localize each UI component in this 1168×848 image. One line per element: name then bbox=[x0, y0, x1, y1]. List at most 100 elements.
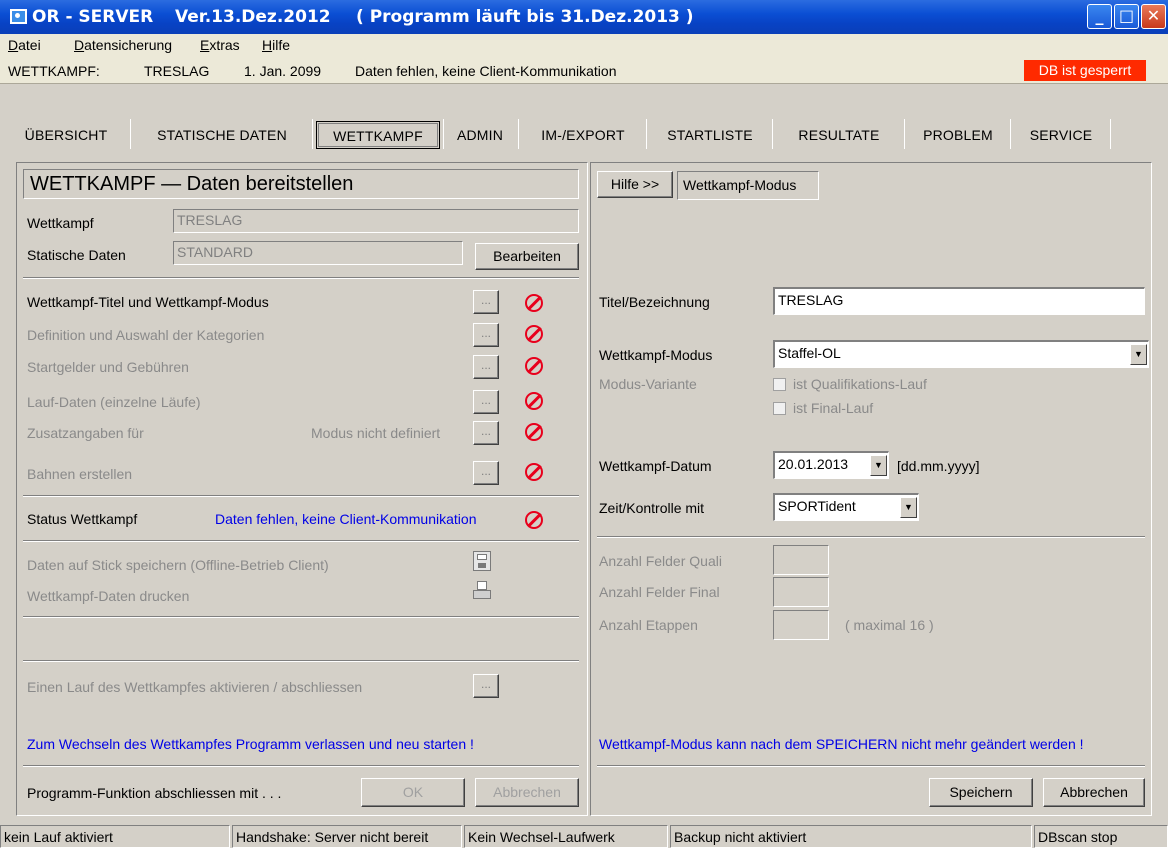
right-panel: Hilfe >> Wettkampf-Modus Titel/Bezeichnu… bbox=[590, 162, 1152, 816]
felder-final-label: Anzahl Felder Final bbox=[599, 584, 720, 600]
maximal-hint: ( maximal 16 ) bbox=[845, 617, 934, 633]
abschluss-label: Programm-Funktion abschliessen mit . . . bbox=[27, 785, 282, 801]
zeit-label: Zeit/Kontrolle mit bbox=[599, 500, 705, 516]
no-entry-icon bbox=[525, 325, 543, 343]
save-disk-icon[interactable] bbox=[473, 551, 491, 571]
abbrechen-button-left[interactable]: Abbrechen bbox=[475, 778, 579, 807]
app-icon bbox=[10, 9, 27, 24]
zusatzangaben-button[interactable]: ... bbox=[473, 421, 499, 445]
tab-bar: ÜBERSICHT STATISCHE DATEN WETTKAMPF ADMI… bbox=[0, 85, 1168, 161]
title-bar: OR - SERVER Ver.13.Dez.2012 ( Programm l… bbox=[0, 0, 1168, 34]
tab-admin[interactable]: ADMIN bbox=[446, 121, 514, 149]
modus-label: Wettkampf-Modus bbox=[599, 347, 713, 363]
item-zusatzangaben: Zusatzangaben für bbox=[27, 425, 144, 441]
bearbeiten-button[interactable]: Bearbeiten bbox=[475, 243, 579, 270]
daten-drucken-label: Wettkampf-Daten drucken bbox=[27, 588, 190, 604]
tab-service[interactable]: SERVICE bbox=[1014, 121, 1108, 149]
status-backup: Backup nicht aktiviert bbox=[670, 825, 1032, 848]
info-status: Daten fehlen, keine Client-Kommunikation bbox=[355, 63, 617, 79]
kategorien-button[interactable]: ... bbox=[473, 323, 499, 347]
menu-datei[interactable]: Datei bbox=[8, 37, 41, 53]
tab-im-export[interactable]: IM-/EXPORT bbox=[522, 121, 644, 149]
tab-statische-daten[interactable]: STATISCHE DATEN bbox=[134, 121, 310, 149]
datum-value: 20.01.2013 bbox=[778, 456, 849, 472]
item-lauf-daten: Lauf-Daten (einzelne Läufe) bbox=[27, 394, 201, 410]
felder-quali-input[interactable] bbox=[773, 545, 829, 575]
menu-hilfe[interactable]: Hilfe bbox=[262, 37, 290, 53]
modus-value: Staffel-OL bbox=[778, 345, 841, 361]
wechsel-hint: Zum Wechseln des Wettkampfes Programm ve… bbox=[27, 736, 474, 752]
datum-label: Wettkampf-Datum bbox=[599, 458, 712, 474]
final-checkbox[interactable] bbox=[773, 402, 786, 415]
left-heading: WETTKAMPF — Daten bereitstellen bbox=[30, 173, 354, 195]
statische-daten-field: STANDARD bbox=[173, 241, 463, 265]
quali-checkbox[interactable] bbox=[773, 378, 786, 391]
startgelder-button[interactable]: ... bbox=[473, 355, 499, 379]
item-startgelder: Startgelder und Gebühren bbox=[27, 359, 189, 375]
final-check-label: ist Final-Lauf bbox=[793, 400, 874, 416]
tab-problem[interactable]: PROBLEM bbox=[908, 121, 1008, 149]
status-wettkampf-label: Status Wettkampf bbox=[27, 511, 138, 527]
minimize-button[interactable]: _ bbox=[1087, 4, 1112, 29]
info-competition-name: TRESLAG bbox=[144, 63, 210, 79]
modus-select[interactable]: Staffel-OL ▼ bbox=[773, 340, 1149, 368]
titel-input[interactable]: TRESLAG bbox=[773, 287, 1145, 315]
menu-extras[interactable]: Extras bbox=[200, 37, 240, 53]
app-version: Ver.13.Dez.2012 bbox=[175, 7, 331, 27]
no-entry-icon bbox=[525, 423, 543, 441]
tab-uebersicht[interactable]: ÜBERSICHT bbox=[2, 121, 130, 149]
status-handshake: Handshake: Server nicht bereit bbox=[232, 825, 462, 848]
mode-title: Wettkampf-Modus bbox=[683, 177, 797, 193]
hilfe-button[interactable]: Hilfe >> bbox=[597, 171, 673, 198]
no-entry-icon bbox=[525, 511, 543, 529]
zeit-select[interactable]: SPORTident ▼ bbox=[773, 493, 919, 521]
abbrechen-button-right[interactable]: Abbrechen bbox=[1043, 778, 1145, 807]
left-heading-box: WETTKAMPF — Daten bereitstellen bbox=[23, 169, 579, 199]
tab-startliste[interactable]: STARTLISTE bbox=[650, 121, 770, 149]
no-entry-icon bbox=[525, 392, 543, 410]
datum-select[interactable]: 20.01.2013 ▼ bbox=[773, 451, 889, 479]
status-dbscan: DBscan stop bbox=[1034, 825, 1168, 848]
chevron-down-icon[interactable]: ▼ bbox=[900, 497, 917, 518]
statische-daten-label: Statische Daten bbox=[27, 247, 126, 263]
bahnen-button[interactable]: ... bbox=[473, 461, 499, 485]
info-line: WETTKAMPF: TRESLAG 1. Jan. 2099 Daten fe… bbox=[0, 56, 1168, 84]
printer-icon[interactable] bbox=[473, 581, 491, 601]
maximize-button[interactable]: □ bbox=[1114, 4, 1139, 29]
chevron-down-icon[interactable]: ▼ bbox=[1130, 344, 1147, 365]
menu-bar: Datei Datensicherung Extras Hilfe bbox=[0, 34, 1168, 56]
titel-modus-button[interactable]: ... bbox=[473, 290, 499, 314]
wettkampf-field: TRESLAG bbox=[173, 209, 579, 233]
zeit-value: SPORTident bbox=[778, 498, 856, 514]
status-wettkampf-value: Daten fehlen, keine Client-Kommunikation bbox=[215, 511, 477, 527]
quali-check-label: ist Qualifikations-Lauf bbox=[793, 376, 927, 392]
no-entry-icon bbox=[525, 357, 543, 375]
speichern-button[interactable]: Speichern bbox=[929, 778, 1033, 807]
lauf-daten-button[interactable]: ... bbox=[473, 390, 499, 414]
status-laufwerk: Kein Wechsel-Laufwerk bbox=[464, 825, 668, 848]
ok-button[interactable]: OK bbox=[361, 778, 465, 807]
felder-final-input[interactable] bbox=[773, 577, 829, 607]
app-name: OR - SERVER bbox=[32, 7, 154, 27]
variante-label: Modus-Variante bbox=[599, 376, 697, 392]
mode-title-box: Wettkampf-Modus bbox=[677, 171, 819, 200]
chevron-down-icon[interactable]: ▼ bbox=[870, 455, 887, 476]
lauf-aktivieren-button[interactable]: ... bbox=[473, 674, 499, 698]
tab-resultate[interactable]: RESULTATE bbox=[776, 121, 902, 149]
close-button[interactable]: ✕ bbox=[1141, 4, 1166, 29]
etappen-input[interactable] bbox=[773, 610, 829, 640]
titel-label: Titel/Bezeichnung bbox=[599, 294, 710, 310]
item-bahnen: Bahnen erstellen bbox=[27, 466, 133, 482]
close-icon: ✕ bbox=[1146, 6, 1161, 25]
license-info: ( Programm läuft bis 31.Dez.2013 ) bbox=[356, 7, 694, 27]
info-date: 1. Jan. 2099 bbox=[244, 63, 322, 79]
status-bar: kein Lauf aktiviert Handshake: Server ni… bbox=[0, 823, 1168, 848]
stick-speichern-label: Daten auf Stick speichern (Offline-Betri… bbox=[27, 557, 329, 573]
tab-wettkampf[interactable]: WETTKAMPF bbox=[316, 121, 440, 149]
menu-datensicherung[interactable]: Datensicherung bbox=[74, 37, 172, 53]
lauf-aktivieren-label: Einen Lauf des Wettkampfes aktivieren / … bbox=[27, 679, 363, 695]
left-panel: WETTKAMPF — Daten bereitstellen Wettkamp… bbox=[16, 162, 588, 816]
etappen-label: Anzahl Etappen bbox=[599, 617, 698, 633]
felder-quali-label: Anzahl Felder Quali bbox=[599, 553, 722, 569]
no-entry-icon bbox=[525, 294, 543, 312]
